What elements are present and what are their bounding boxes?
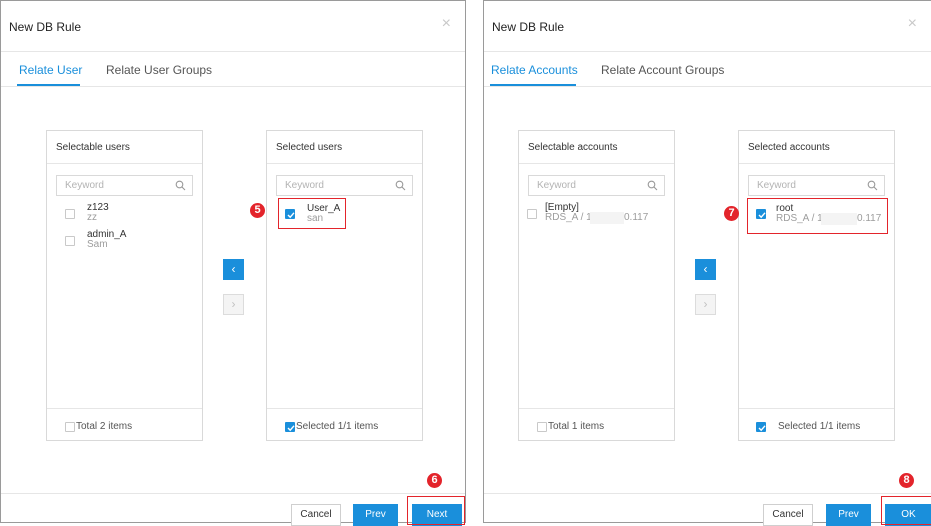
- panel-footer-count: Total 2 items: [76, 421, 133, 432]
- panel-footer-count: Selected 1/1 items: [778, 421, 861, 432]
- step-badge-7: 7: [724, 206, 739, 221]
- panel-footer-divider: [267, 408, 422, 409]
- tab-relate-account-groups[interactable]: Relate Account Groups: [601, 63, 724, 77]
- panel-divider: [739, 163, 894, 164]
- search-icon: [175, 180, 186, 191]
- panel-footer-divider: [519, 408, 674, 409]
- search-icon: [647, 180, 658, 191]
- prev-button[interactable]: Prev: [353, 504, 398, 526]
- close-icon[interactable]: ×: [442, 16, 451, 32]
- footer-divider: [1, 493, 465, 494]
- redacted-address: [590, 212, 624, 224]
- select-all-checkbox[interactable]: [285, 422, 295, 432]
- panel-divider: [47, 163, 202, 164]
- new-db-rule-dialog-accounts: New DB Rule × Relate Accounts Relate Acc…: [483, 0, 931, 526]
- close-icon[interactable]: ×: [908, 16, 917, 32]
- select-all-checkbox[interactable]: [756, 422, 766, 432]
- step-badge-5: 5: [250, 203, 265, 218]
- search-icon: [395, 180, 406, 191]
- item-checkbox-admin-a[interactable]: [65, 236, 75, 246]
- search-icon: [867, 180, 878, 191]
- tabs-divider: [1, 86, 465, 87]
- panel-footer-divider: [739, 408, 894, 409]
- item-checkbox-z123[interactable]: [65, 209, 75, 219]
- search-input[interactable]: Keyword: [276, 175, 413, 196]
- header-divider: [1, 51, 465, 52]
- highlight-box-selected-user: [278, 198, 346, 229]
- move-right-button[interactable]: ›: [695, 294, 716, 315]
- dialog-title: New DB Rule: [9, 20, 82, 34]
- search-placeholder: Keyword: [65, 180, 104, 191]
- tab-relate-accounts[interactable]: Relate Accounts: [491, 63, 578, 77]
- header-divider: [484, 51, 931, 52]
- search-placeholder: Keyword: [537, 180, 576, 191]
- search-input[interactable]: Keyword: [56, 175, 193, 196]
- highlight-box-selected-account: [747, 198, 888, 234]
- selectable-accounts-panel: Selectable accounts Keyword [Empty] RDS_…: [518, 130, 675, 441]
- panel-footer-divider: [47, 408, 202, 409]
- item-checkbox-empty[interactable]: [527, 209, 537, 219]
- highlight-box-next: [407, 496, 465, 525]
- step-badge-8: 8: [899, 473, 914, 488]
- selectable-users-panel: Selectable users Keyword z123 zz admin_A…: [46, 130, 203, 441]
- new-db-rule-dialog-users: New DB Rule × Relate User Relate User Gr…: [0, 0, 466, 526]
- panel-divider: [267, 163, 422, 164]
- step-badge-6: 6: [427, 473, 442, 488]
- panel-title: Selected accounts: [748, 142, 830, 153]
- item-sub-suffix: 0.117: [624, 212, 649, 223]
- panel-title: Selectable users: [56, 142, 130, 153]
- cancel-button[interactable]: Cancel: [763, 504, 813, 526]
- panel-title: Selected users: [276, 142, 343, 153]
- selected-users-panel: Selected users Keyword User_A san Select…: [266, 130, 423, 441]
- selected-accounts-panel: Selected accounts Keyword root RDS_A / 1…: [738, 130, 895, 441]
- move-left-button[interactable]: ‹: [223, 259, 244, 280]
- checkmark-icon: [287, 425, 295, 432]
- panel-title: Selectable accounts: [528, 142, 618, 153]
- item-sub: Sam: [87, 239, 108, 250]
- item-sub-prefix: RDS_A / 1: [545, 212, 592, 223]
- cancel-button[interactable]: Cancel: [291, 504, 341, 526]
- panel-footer-count: Total 1 items: [548, 421, 605, 432]
- search-input[interactable]: Keyword: [528, 175, 665, 196]
- move-right-button[interactable]: ›: [223, 294, 244, 315]
- tab-relate-user-groups[interactable]: Relate User Groups: [106, 63, 212, 77]
- search-placeholder: Keyword: [757, 180, 796, 191]
- move-left-button[interactable]: ‹: [695, 259, 716, 280]
- tab-relate-user[interactable]: Relate User: [19, 63, 82, 77]
- search-placeholder: Keyword: [285, 180, 324, 191]
- panel-footer-count: Selected 1/1 items: [296, 421, 379, 432]
- highlight-box-ok: [881, 496, 931, 525]
- dialog-title: New DB Rule: [492, 20, 565, 34]
- tabs-divider: [484, 86, 931, 87]
- footer-divider: [484, 493, 931, 494]
- prev-button[interactable]: Prev: [826, 504, 871, 526]
- select-all-checkbox[interactable]: [65, 422, 75, 432]
- select-all-checkbox[interactable]: [537, 422, 547, 432]
- search-input[interactable]: Keyword: [748, 175, 885, 196]
- checkmark-icon: [758, 425, 766, 432]
- item-sub: zz: [87, 212, 97, 223]
- panel-divider: [519, 163, 674, 164]
